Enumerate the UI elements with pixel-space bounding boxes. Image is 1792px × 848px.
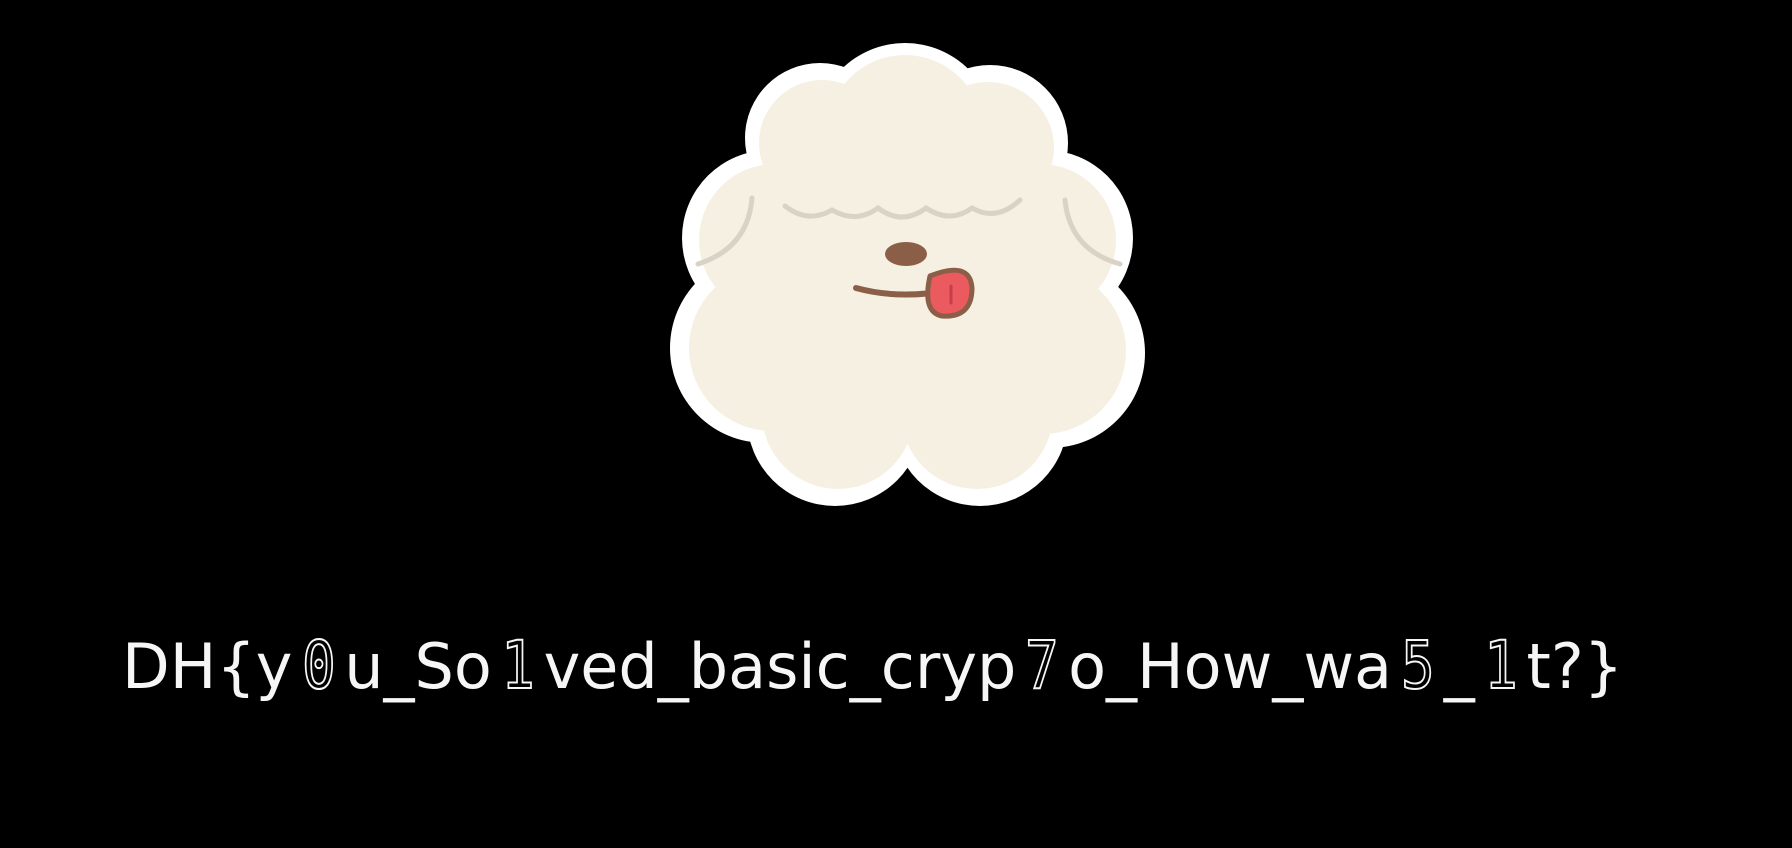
flag-seg-7: o_How_wa xyxy=(1068,630,1393,703)
flag-seg-5: ved_basic_cryp xyxy=(543,630,1017,703)
flag-seg-4: 1 xyxy=(500,626,535,705)
flag-seg-8: 5 xyxy=(1400,626,1435,705)
flag-seg-9: _ xyxy=(1443,630,1475,703)
flag-seg-6: 7 xyxy=(1025,626,1060,705)
flag-seg-2: 0 xyxy=(301,626,336,705)
flag-seg-3: u_So xyxy=(344,630,492,703)
flag-seg-1: DH{y xyxy=(122,630,293,703)
sheep-sticker xyxy=(670,43,1145,506)
nose xyxy=(885,242,927,266)
flag-seg-11: t?} xyxy=(1526,630,1624,703)
flag-seg-10: 1 xyxy=(1483,626,1518,705)
flag-text: DH{y 0 u_So 1 ved_basic_cryp 7 o_How_wa 5 _ 1 t?} xyxy=(122,616,1623,716)
canvas: DH{y 0 u_So 1 ved_basic_cryp 7 o_How_wa 5 _ 1 t?} xyxy=(0,0,1792,848)
